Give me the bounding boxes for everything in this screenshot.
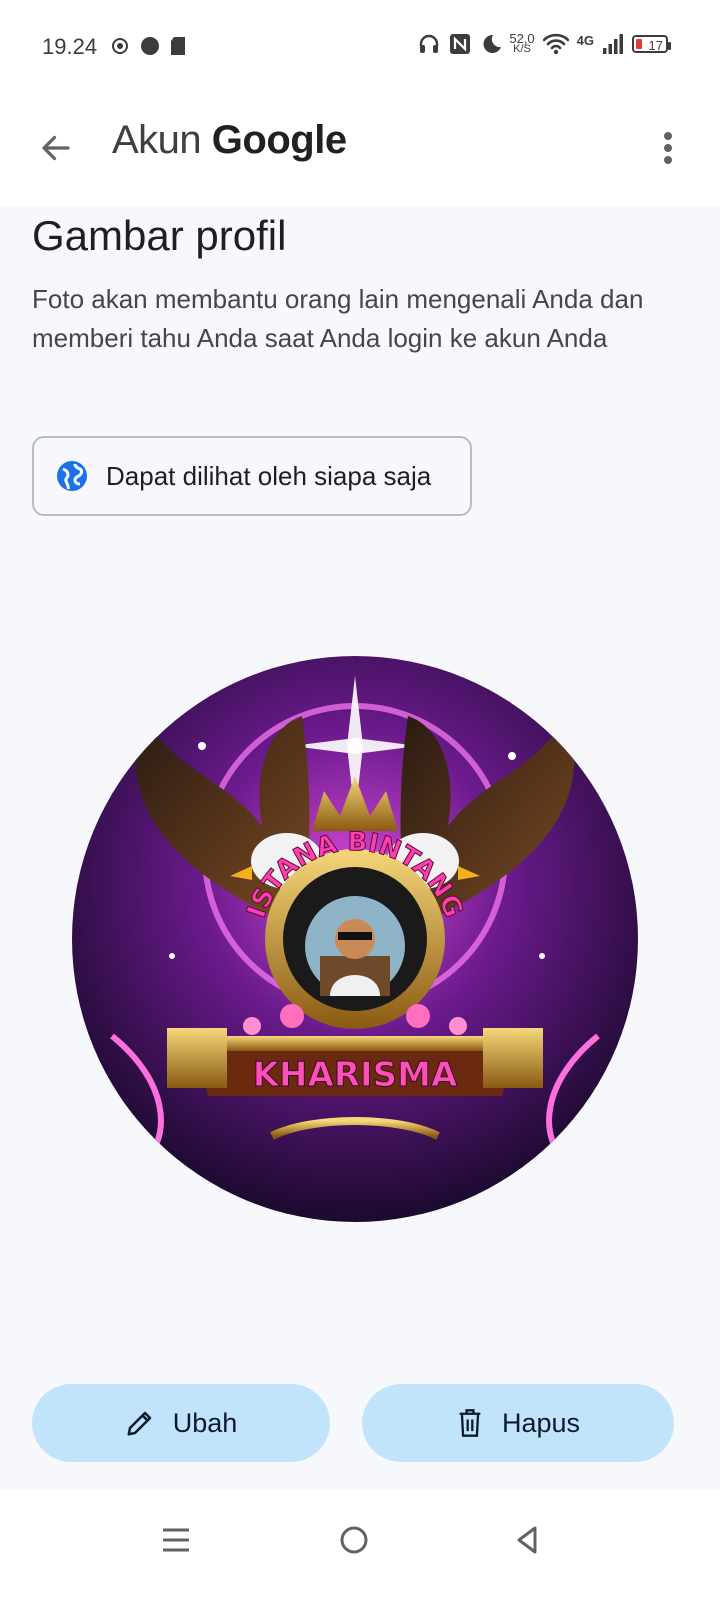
menu-lines-icon [163, 1528, 189, 1552]
arrow-back-icon [42, 135, 70, 161]
sd-card-icon [171, 37, 185, 55]
app-title: Akun Google [112, 118, 347, 163]
app-title-prefix: Akun [112, 118, 202, 162]
edit-button[interactable]: Ubah [32, 1384, 330, 1462]
globe-icon [57, 461, 87, 491]
headphones-icon [420, 34, 439, 53]
edit-button-label: Ubah [172, 1407, 238, 1438]
page-title: Gambar profil [32, 212, 287, 259]
wifi-icon [542, 33, 569, 55]
status-left-icons [110, 36, 186, 56]
badge-text-bottom: KHARISMA [253, 1055, 458, 1095]
moon-icon [483, 34, 502, 53]
nav-home-button[interactable] [324, 1510, 384, 1570]
app-bar: Akun Google [0, 92, 720, 206]
more-options-button[interactable] [642, 122, 694, 174]
system-nav-bar [0, 1490, 720, 1600]
pencil-icon [127, 1411, 151, 1436]
profile-picture[interactable]: ISTANA BINTANG KHARISMA [72, 656, 638, 1222]
delete-button[interactable]: Hapus [362, 1384, 674, 1462]
nav-recents-button[interactable] [146, 1510, 206, 1570]
record-dot-icon [141, 37, 159, 55]
triangle-back-icon [517, 1526, 537, 1554]
profile-picture-artwork: ISTANA BINTANG KHARISMA [72, 656, 638, 1222]
page-description: Foto akan membantu orang lain mengenali … [32, 284, 644, 353]
google-wordmark: Google [211, 118, 347, 162]
status-time: 19.24 [42, 34, 98, 59]
network-type: 4G [576, 32, 594, 48]
main-content: Gambar profil Foto akan membantu orang l… [32, 206, 692, 358]
signal-icon [603, 34, 623, 54]
status-bar: 19.24 52,0 K/S 4G 17 [0, 0, 720, 92]
net-speed: 52,0 K/S [509, 32, 534, 55]
nfc-icon [450, 34, 471, 54]
visibility-chip[interactable]: Dapat dilihat oleh siapa saja [32, 436, 472, 516]
status-right-icons: 52,0 K/S 4G 17 [417, 32, 671, 56]
home-circle-icon [340, 1526, 368, 1554]
battery-icon: 17 [632, 35, 671, 53]
delete-button-label: Hapus [501, 1407, 581, 1438]
trash-icon [459, 1409, 481, 1437]
back-button[interactable] [30, 122, 82, 174]
more-vert-icon [664, 132, 672, 164]
notification-icon [112, 38, 128, 54]
nav-back-button[interactable] [498, 1510, 558, 1570]
visibility-label: Dapat dilihat oleh siapa saja [106, 460, 432, 491]
battery-level: 17 [648, 38, 663, 53]
